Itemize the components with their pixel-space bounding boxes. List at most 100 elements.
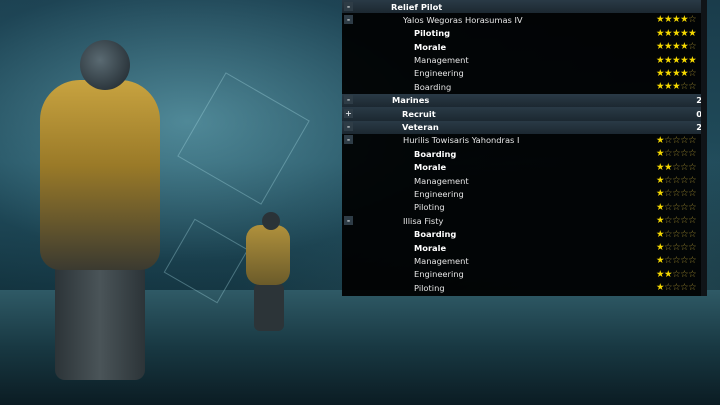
expand-icon[interactable]: + [344, 108, 353, 118]
star-empty-icon: ☆ [672, 161, 681, 173]
crew-tree-list: - Relief Pilot - Yalos Wegoras Horasumas IV… [342, 0, 707, 295]
star-empty-icon: ☆ [664, 148, 673, 160]
crew-skills-panel: - Relief Pilot - Yalos Wegoras Horasumas IV… [342, 0, 707, 296]
group-header-row[interactable]: - Veteran 2 [342, 120, 707, 134]
skill-label: Morale [414, 242, 447, 253]
star-rating: ★★☆☆☆ [656, 161, 697, 174]
crew-member-row[interactable]: - Yalos Wegoras Horasumas IV ★★★★☆ [342, 13, 707, 26]
star-rating: ★★★★☆ [656, 67, 697, 80]
star-filled-icon: ★ [656, 215, 665, 227]
star-filled-icon: ★ [688, 27, 697, 39]
star-empty-icon: ☆ [680, 215, 689, 227]
group-label: Recruit [402, 108, 436, 119]
collapse-icon[interactable]: - [344, 1, 353, 11]
skill-row: Engineering ★★☆☆☆ [342, 268, 707, 281]
star-rating: ★★★★★ [656, 27, 697, 40]
star-empty-icon: ☆ [680, 148, 689, 160]
collapse-icon[interactable]: - [344, 215, 353, 225]
star-filled-icon: ★ [656, 81, 665, 93]
star-rating: ★☆☆☆☆ [656, 134, 697, 147]
star-filled-icon: ★ [656, 41, 665, 53]
star-rating: ★★★★☆ [656, 13, 697, 26]
star-rating: ★☆☆☆☆ [656, 241, 697, 254]
star-filled-icon: ★ [664, 161, 673, 173]
star-empty-icon: ☆ [680, 81, 689, 93]
star-filled-icon: ★ [664, 268, 673, 280]
star-filled-icon: ★ [664, 41, 673, 53]
star-empty-icon: ☆ [688, 14, 697, 26]
skill-label: Piloting [414, 202, 445, 213]
star-empty-icon: ☆ [672, 201, 681, 213]
group-header-row[interactable]: - Marines 2 [342, 93, 707, 108]
group-header-row[interactable]: - Relief Pilot [342, 0, 707, 14]
collapse-icon[interactable]: - [344, 95, 353, 105]
crew-member-row[interactable]: - Hurilis Towisaris Yahondras I ★☆☆☆☆ [342, 134, 707, 147]
star-filled-icon: ★ [680, 67, 689, 79]
star-empty-icon: ☆ [680, 175, 689, 187]
star-empty-icon: ☆ [672, 242, 681, 254]
star-filled-icon: ★ [672, 14, 681, 26]
skill-row: Management ★☆☆☆☆ [342, 254, 707, 267]
star-filled-icon: ★ [680, 54, 689, 66]
skill-label: Engineering [414, 269, 464, 280]
star-filled-icon: ★ [656, 134, 665, 146]
star-rating: ★★★★★ [656, 54, 697, 67]
star-empty-icon: ☆ [688, 201, 697, 213]
star-filled-icon: ★ [680, 41, 689, 53]
star-filled-icon: ★ [656, 54, 665, 66]
group-label: Relief Pilot [391, 1, 443, 12]
star-empty-icon: ☆ [664, 188, 673, 200]
skill-label: Management [414, 175, 469, 186]
star-empty-icon: ☆ [688, 175, 697, 187]
star-filled-icon: ★ [656, 255, 665, 267]
star-empty-icon: ☆ [688, 161, 697, 173]
astronaut-helmet [262, 212, 280, 230]
star-filled-icon: ★ [656, 175, 665, 187]
star-filled-icon: ★ [656, 161, 665, 173]
skill-label: Morale [414, 41, 447, 52]
star-empty-icon: ☆ [672, 148, 681, 160]
skill-label: Management [414, 55, 469, 66]
star-rating: ★☆☆☆☆ [656, 228, 697, 241]
star-empty-icon: ☆ [688, 255, 697, 267]
star-filled-icon: ★ [664, 54, 673, 66]
group-label: Marines [392, 95, 430, 106]
crew-member-name: Yalos Wegoras Horasumas IV [403, 14, 523, 25]
star-filled-icon: ★ [656, 201, 665, 213]
collapse-icon[interactable]: - [344, 14, 353, 24]
star-filled-icon: ★ [664, 67, 673, 79]
star-empty-icon: ☆ [664, 282, 673, 294]
star-rating: ★★★☆☆ [656, 80, 697, 93]
star-rating: ★☆☆☆☆ [656, 254, 697, 267]
star-rating: ★★☆☆☆ [656, 268, 697, 281]
crew-member-row[interactable]: - Illisa Fisty ★☆☆☆☆ [342, 214, 707, 227]
skill-row: Boarding ★★★☆☆ [342, 80, 707, 93]
collapse-icon[interactable]: - [344, 122, 353, 132]
skill-label: Boarding [414, 81, 452, 92]
star-filled-icon: ★ [656, 14, 665, 26]
star-filled-icon: ★ [656, 228, 665, 240]
star-empty-icon: ☆ [672, 282, 681, 294]
star-empty-icon: ☆ [672, 215, 681, 227]
star-empty-icon: ☆ [664, 242, 673, 254]
hex-decoration [177, 72, 310, 205]
group-header-row[interactable]: + Recruit 0 [342, 107, 707, 121]
astronaut-legs [55, 260, 145, 380]
group-label: Veteran [402, 122, 439, 133]
scrollbar[interactable] [701, 0, 707, 296]
star-filled-icon: ★ [656, 188, 665, 200]
astronaut-suit [40, 80, 160, 270]
star-filled-icon: ★ [656, 67, 665, 79]
star-filled-icon: ★ [664, 14, 673, 26]
star-rating: ★☆☆☆☆ [656, 187, 697, 200]
star-empty-icon: ☆ [688, 148, 697, 160]
star-filled-icon: ★ [664, 81, 673, 93]
skill-row: Piloting ★☆☆☆☆ [342, 201, 707, 214]
collapse-icon[interactable]: - [344, 135, 353, 145]
skill-row: Management ★☆☆☆☆ [342, 174, 707, 187]
skill-label: Piloting [414, 28, 451, 39]
star-empty-icon: ☆ [688, 282, 697, 294]
skill-row: Engineering ★★★★☆ [342, 67, 707, 80]
skill-label: Piloting [414, 282, 445, 293]
star-filled-icon: ★ [656, 242, 665, 254]
